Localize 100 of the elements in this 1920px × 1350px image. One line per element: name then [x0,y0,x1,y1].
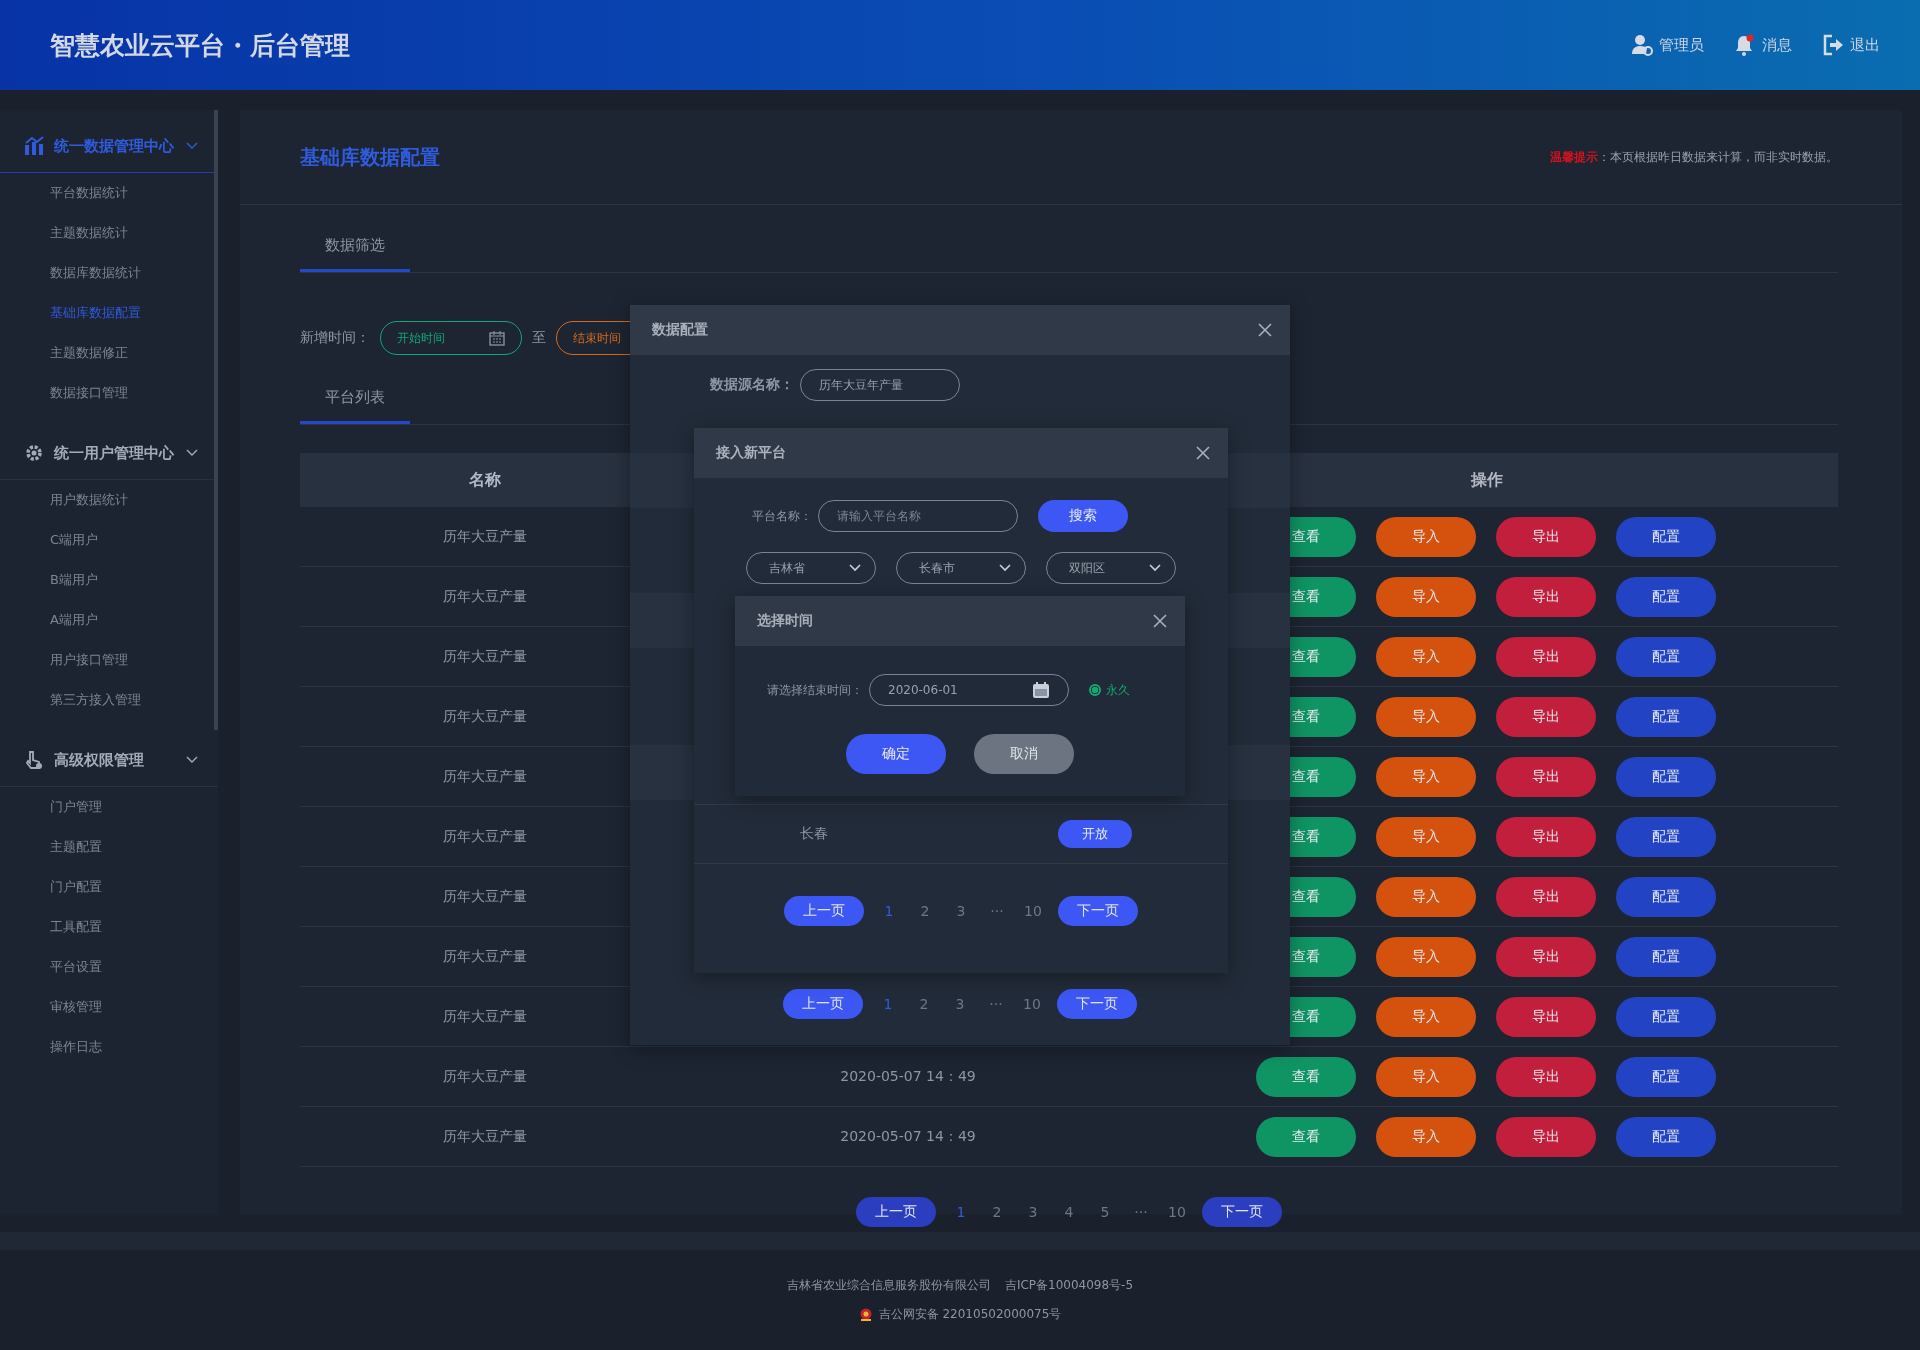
sidebar-item[interactable]: 主题数据统计 [0,213,218,253]
icp-number: 吉ICP备10004098号-5 [1004,1277,1134,1294]
action-button[interactable]: 导入 [1376,756,1476,797]
sidebar-item[interactable]: C端用户 [0,520,218,560]
action-button[interactable]: 配置 [1616,1056,1716,1097]
prev-page-button[interactable]: 上一页 [856,1197,936,1227]
action-button[interactable]: 导入 [1376,876,1476,917]
action-button[interactable]: 配置 [1616,816,1716,857]
sidebar-item[interactable]: 门户配置 [0,867,218,907]
action-button[interactable]: 导入 [1376,1116,1476,1157]
sidebar-item[interactable]: 平台数据统计 [0,173,218,213]
permanent-radio[interactable]: 永久 [1089,681,1130,699]
sidebar-item[interactable]: 主题数据修正 [0,333,218,373]
next-page-button[interactable]: 下一页 [1057,989,1137,1019]
page-number[interactable]: 2 [914,903,936,919]
close-icon[interactable] [1153,614,1167,628]
page-number[interactable]: 3 [949,996,971,1012]
action-button[interactable]: 配置 [1616,516,1716,557]
page-number[interactable]: 1 [877,996,899,1012]
section-tab[interactable]: 数据筛选 [300,236,410,272]
action-button[interactable]: 导入 [1376,636,1476,677]
field-label: 数据源名称： [710,376,794,394]
action-button[interactable]: 查看 [1256,1116,1356,1157]
page-number[interactable]: 3 [1022,1204,1044,1220]
page-number[interactable]: 10 [1166,1204,1188,1220]
action-button[interactable]: 导入 [1376,996,1476,1037]
sidebar-item[interactable]: 数据接口管理 [0,373,218,413]
close-icon[interactable] [1258,323,1272,337]
table-cell-text: 历年大豆产量 [442,527,528,546]
action-button[interactable]: 导出 [1496,816,1596,857]
header-link[interactable]: 退出 [1822,34,1880,56]
action-button[interactable]: 导入 [1376,936,1476,977]
sidebar-item[interactable]: 门户管理 [0,787,218,827]
action-button[interactable]: 导出 [1496,1056,1596,1097]
action-button[interactable]: 导入 [1376,816,1476,857]
prev-page-button[interactable]: 上一页 [784,896,864,926]
action-button[interactable]: 配置 [1616,1116,1716,1157]
sidebar-item[interactable]: 用户接口管理 [0,640,218,680]
sidebar-item[interactable]: B端用户 [0,560,218,600]
header-link[interactable]: 消息 [1734,34,1792,56]
action-button[interactable]: 查看 [1256,1056,1356,1097]
close-icon[interactable] [1196,446,1210,460]
action-button[interactable]: 配置 [1616,756,1716,797]
sidebar-item[interactable]: A端用户 [0,600,218,640]
action-button[interactable]: 导出 [1496,876,1596,917]
action-button[interactable]: 配置 [1616,576,1716,617]
search-button[interactable]: 搜索 [1038,500,1128,532]
action-button[interactable]: 导入 [1376,516,1476,557]
next-page-button[interactable]: 下一页 [1202,1197,1282,1227]
action-button[interactable]: 配置 [1616,876,1716,917]
action-button[interactable]: 导出 [1496,696,1596,737]
sidebar-item[interactable]: 操作日志 [0,1027,218,1067]
action-button[interactable]: 导入 [1376,1056,1476,1097]
dialog-button[interactable]: 取消 [974,734,1074,774]
action-button[interactable]: 配置 [1616,936,1716,977]
action-button[interactable]: 导入 [1376,576,1476,617]
action-button[interactable]: 导出 [1496,1116,1596,1157]
page-number[interactable]: ··· [986,903,1008,919]
page-number[interactable]: ··· [985,996,1007,1012]
table-cell-text: 历年大豆产量 [442,647,528,666]
action-button[interactable]: 导出 [1496,756,1596,797]
action-button[interactable]: 配置 [1616,696,1716,737]
page-number[interactable]: 2 [986,1204,1008,1220]
sidebar-item[interactable]: 基础库数据配置 [0,293,218,333]
page-number[interactable]: 5 [1094,1204,1116,1220]
open-button[interactable]: 开放 [1058,820,1132,848]
table-cell-text: 历年大豆产量 [442,767,528,786]
sidebar-item[interactable]: 第三方接入管理 [0,680,218,720]
page-number[interactable]: 10 [1022,903,1044,919]
action-button[interactable]: 导出 [1496,576,1596,617]
sidebar-item[interactable]: 平台设置 [0,947,218,987]
app-title: 智慧农业云平台・后台管理 [50,29,350,62]
section-tab[interactable]: 平台列表 [300,388,410,424]
sidebar-item[interactable]: 数据库数据统计 [0,253,218,293]
page-number[interactable]: 3 [950,903,972,919]
sidebar-item[interactable]: 主题配置 [0,827,218,867]
action-button[interactable]: 导出 [1496,516,1596,557]
page-number[interactable]: 1 [950,1204,972,1220]
page-number[interactable]: 4 [1058,1204,1080,1220]
sidebar-item[interactable]: 工具配置 [0,907,218,947]
page-number[interactable]: ··· [1130,1204,1152,1220]
table-cell-text: 历年大豆产量 [442,1127,528,1146]
action-button[interactable]: 配置 [1616,636,1716,677]
column-header: 操作 [1469,469,1504,491]
sidebar-item[interactable]: 用户数据统计 [0,480,218,520]
action-button[interactable]: 导入 [1376,696,1476,737]
sidebar-item[interactable]: 审核管理 [0,987,218,1027]
sidebar-group[interactable]: 高级权限管理 [0,734,218,787]
page-number[interactable]: 2 [913,996,935,1012]
page-number[interactable]: 10 [1021,996,1043,1012]
header-link[interactable]: 管理员 [1631,34,1704,56]
prev-page-button[interactable]: 上一页 [783,989,863,1019]
action-button[interactable]: 配置 [1616,996,1716,1037]
hand-pointer-icon [24,750,44,770]
dialog-button[interactable]: 确定 [846,734,946,774]
page-number[interactable]: 1 [878,903,900,919]
next-page-button[interactable]: 下一页 [1058,896,1138,926]
action-button[interactable]: 导出 [1496,636,1596,677]
action-button[interactable]: 导出 [1496,936,1596,977]
action-button[interactable]: 导出 [1496,996,1596,1037]
